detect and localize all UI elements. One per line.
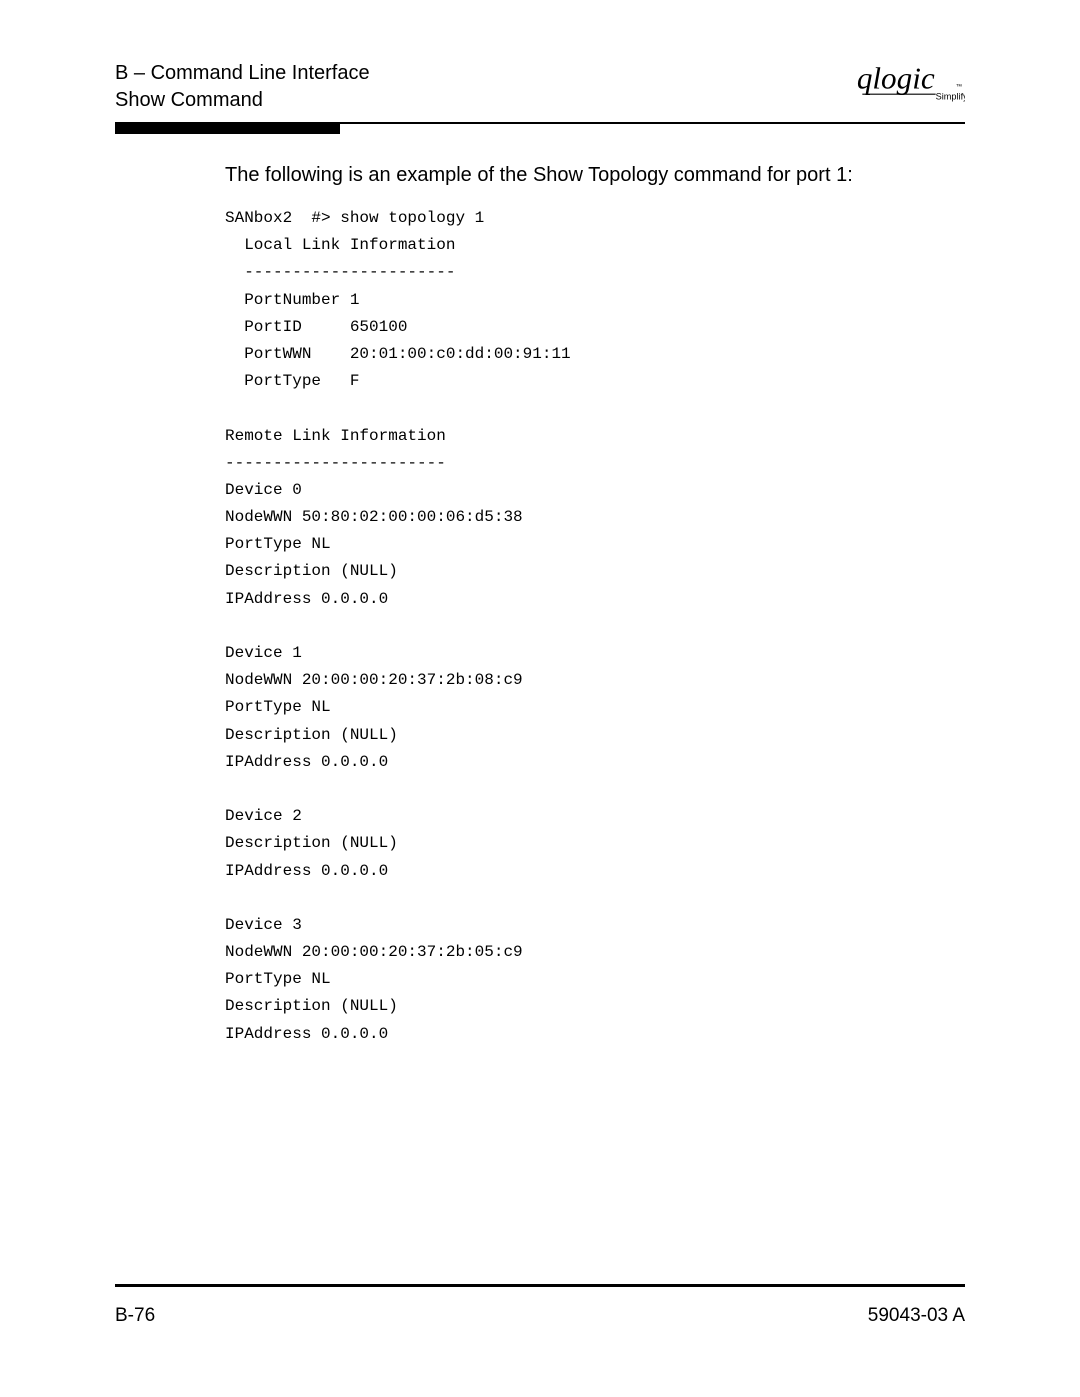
svg-text:™: ™ (956, 84, 962, 91)
page-header: B – Command Line Interface Show Command … (115, 60, 965, 114)
section-title: B – Command Line Interface Show Command (115, 60, 370, 114)
page-number: B-76 (115, 1305, 155, 1327)
section-line2: Show Command (115, 87, 370, 114)
page-footer: B-76 59043-03 A (115, 1284, 965, 1327)
doc-id: 59043-03 A (868, 1305, 965, 1327)
svg-text:Simplify: Simplify (936, 92, 965, 102)
intro-text: The following is an example of the Show … (225, 164, 965, 187)
footer-divider (115, 1284, 965, 1287)
svg-text:qlogic: qlogic (857, 61, 935, 96)
code-block: SANbox2 #> show topology 1 Local Link In… (225, 205, 965, 1048)
header-divider (115, 122, 965, 134)
qlogic-logo: qlogic Simplify ™ (855, 60, 965, 110)
page-content: The following is an example of the Show … (225, 164, 965, 1048)
section-line1: B – Command Line Interface (115, 60, 370, 87)
